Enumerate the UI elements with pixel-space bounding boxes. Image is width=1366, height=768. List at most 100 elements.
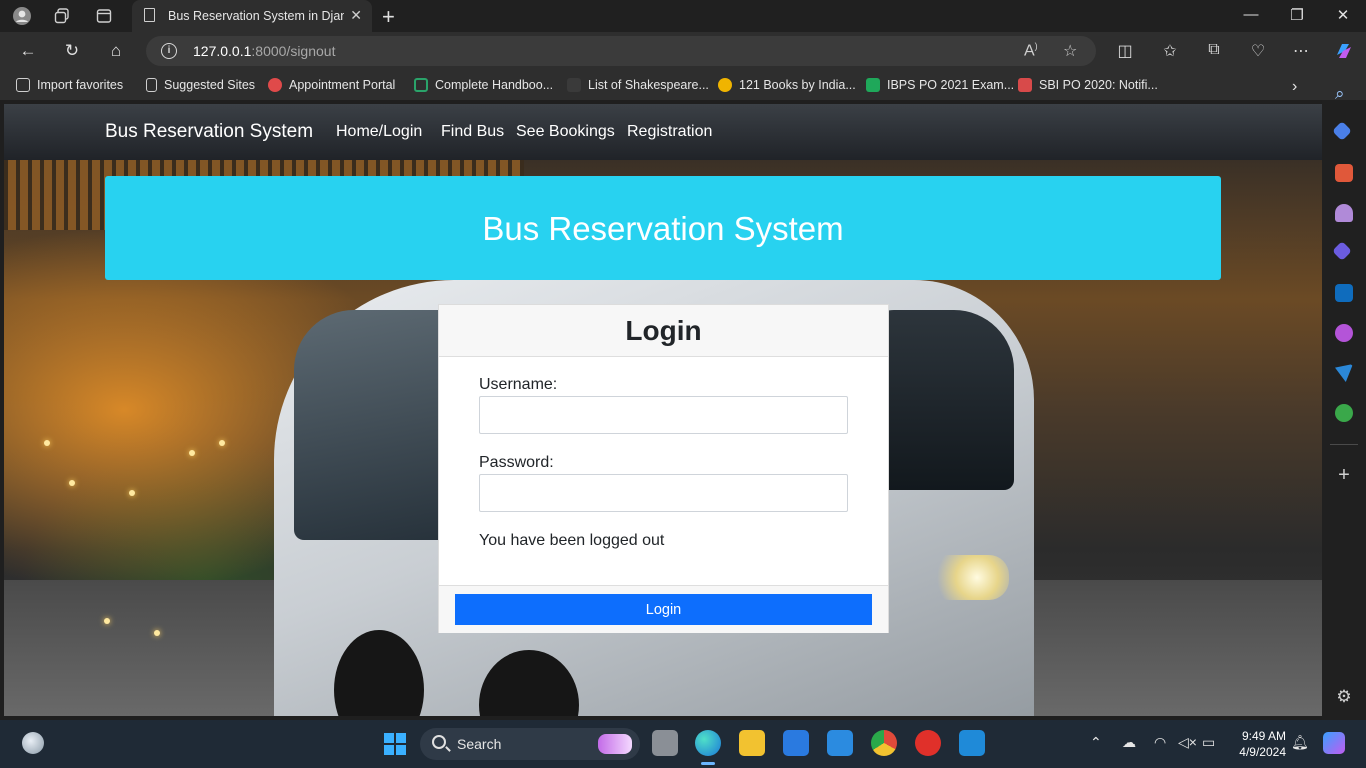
windows-taskbar: Search ⌃ ☁ ◠ ◁× ▭ 9:49 AM 4/9/2024 🔔︎ (0, 720, 1366, 768)
nav-find-bus[interactable]: Find Bus (441, 123, 504, 141)
send-icon[interactable] (1335, 364, 1353, 382)
mail-icon[interactable] (827, 730, 853, 756)
favorite-item[interactable]: Appointment Portal (268, 78, 395, 92)
username-label: Username: (479, 376, 558, 393)
file-explorer-icon[interactable] (739, 730, 765, 756)
login-card: Login Username: Password: You have been … (438, 304, 889, 633)
chrome-icon[interactable] (871, 730, 897, 756)
settings-more-icon[interactable]: ⋯ (1290, 41, 1312, 61)
tab-title: Bus Reservation System in Djang (168, 9, 344, 23)
outlook-icon[interactable] (1335, 284, 1353, 302)
vscode-icon[interactable] (959, 730, 985, 756)
browser-tab-active[interactable]: Bus Reservation System in Djang ✕ (132, 0, 372, 32)
wifi-icon[interactable]: ◠ (1154, 734, 1166, 751)
favorite-item[interactable]: 121 Books by India... (718, 78, 856, 92)
page-icon (146, 78, 157, 92)
restore-icon[interactable]: ❐ (1287, 6, 1307, 24)
collections-icon[interactable]: ⧉ (1203, 41, 1225, 59)
onedrive-icon[interactable]: ☁ (1122, 734, 1136, 751)
favorite-item[interactable]: Suggested Sites (146, 78, 255, 92)
site-favicon (718, 78, 732, 92)
favorites-icon[interactable]: ✩ (1159, 41, 1181, 61)
login-heading: Login (625, 315, 702, 346)
taskbar-clock[interactable]: 9:49 AM 4/9/2024 (1226, 728, 1286, 760)
shopping-tag-icon[interactable] (1332, 121, 1352, 141)
password-field[interactable] (479, 474, 848, 512)
favorite-item[interactable]: List of Shakespeare... (567, 78, 709, 92)
address-bar[interactable]: i 127.0.0.1:8000/signout A) ☆ (146, 36, 1096, 66)
designer-icon[interactable] (1335, 324, 1353, 342)
weather-icon[interactable] (22, 732, 44, 754)
home-icon[interactable]: ⌂ (105, 40, 127, 62)
street-light (69, 480, 75, 486)
site-favicon (1018, 78, 1032, 92)
taskbar-search[interactable]: Search (420, 728, 640, 760)
sidebar-settings-icon[interactable]: ⚙ (1335, 688, 1353, 706)
site-favicon (567, 78, 581, 92)
games-icon[interactable] (1335, 204, 1353, 222)
favorite-item[interactable]: SBI PO 2020: Notifi... (1018, 78, 1158, 92)
copilot-icon[interactable] (1333, 41, 1355, 66)
site-favicon (866, 78, 880, 92)
taskbar-search-label: Search (457, 736, 502, 752)
profile-avatar-icon[interactable] (12, 6, 32, 26)
street-light (129, 490, 135, 496)
minimize-icon[interactable]: — (1241, 6, 1261, 23)
copilot-sidebar-icon[interactable] (1332, 241, 1352, 261)
site-favicon (414, 78, 428, 92)
edge-sidebar: ⌕ + ⚙ (1322, 84, 1366, 720)
split-screen-icon[interactable]: ◫ (1114, 41, 1136, 61)
search-icon[interactable]: ⌕ (1335, 84, 1353, 103)
wps-office-icon[interactable] (915, 730, 941, 756)
close-window-icon[interactable]: ✕ (1333, 6, 1353, 24)
store-icon[interactable] (783, 730, 809, 756)
workspaces-icon[interactable] (52, 6, 72, 26)
document-icon (144, 8, 155, 22)
street-light (44, 440, 50, 446)
browser-essentials-icon[interactable]: ♡ (1247, 41, 1269, 61)
street-light (189, 450, 195, 456)
add-icon[interactable]: + (1335, 465, 1353, 485)
back-icon[interactable]: ← (17, 40, 39, 62)
copilot-taskbar-icon[interactable] (1323, 732, 1345, 754)
favorite-item[interactable]: IBPS PO 2021 Exam... (866, 78, 1014, 92)
login-button[interactable]: Login (455, 594, 872, 625)
site-brand[interactable]: Bus Reservation System (105, 121, 313, 143)
read-aloud-icon[interactable]: A) (1024, 41, 1038, 60)
battery-icon[interactable]: ▭ (1202, 734, 1215, 751)
web-page: Bus Reservation System Home/Login Find B… (4, 104, 1322, 716)
login-card-footer: Login (439, 585, 888, 633)
nav-registration[interactable]: Registration (627, 123, 712, 141)
favorite-item[interactable]: Import favorites (16, 78, 123, 92)
search-highlight-icon (598, 734, 632, 754)
url-text[interactable]: 127.0.0.1:8000/signout (193, 43, 335, 59)
new-tab-icon[interactable]: + (382, 4, 395, 30)
windows-start-icon[interactable] (384, 733, 406, 755)
notifications-icon[interactable]: 🔔︎ (1291, 734, 1309, 751)
hero-banner: Bus Reservation System (105, 176, 1221, 280)
clock-date: 4/9/2024 (1239, 745, 1286, 759)
site-info-icon[interactable]: i (161, 43, 177, 59)
favorite-item[interactable]: Complete Handboo... (414, 78, 553, 92)
login-card-header: Login (439, 305, 888, 357)
bus-headlight (929, 555, 1009, 600)
task-view-icon[interactable] (652, 730, 678, 756)
active-app-indicator (701, 762, 715, 765)
tab-close-icon[interactable]: ✕ (350, 7, 362, 24)
show-hidden-icons-icon[interactable]: ⌃ (1090, 734, 1102, 751)
refresh-icon[interactable]: ↻ (61, 40, 83, 62)
browser-titlebar: Bus Reservation System in Djang ✕ + — ❐ … (0, 0, 1366, 32)
favorites-overflow-icon[interactable]: › (1292, 78, 1297, 96)
password-label: Password: (479, 454, 554, 471)
tree-icon[interactable] (1335, 404, 1353, 422)
tab-actions-icon[interactable] (94, 6, 114, 26)
nav-home-login[interactable]: Home/Login (336, 123, 422, 141)
street-light (219, 440, 225, 446)
favorite-star-icon[interactable]: ☆ (1063, 41, 1077, 61)
username-field[interactable] (479, 396, 848, 434)
tools-icon[interactable] (1335, 164, 1353, 182)
logout-message: You have been logged out (479, 532, 665, 549)
volume-muted-icon[interactable]: ◁× (1178, 734, 1197, 751)
nav-see-bookings[interactable]: See Bookings (516, 123, 615, 141)
edge-icon[interactable] (695, 730, 721, 756)
